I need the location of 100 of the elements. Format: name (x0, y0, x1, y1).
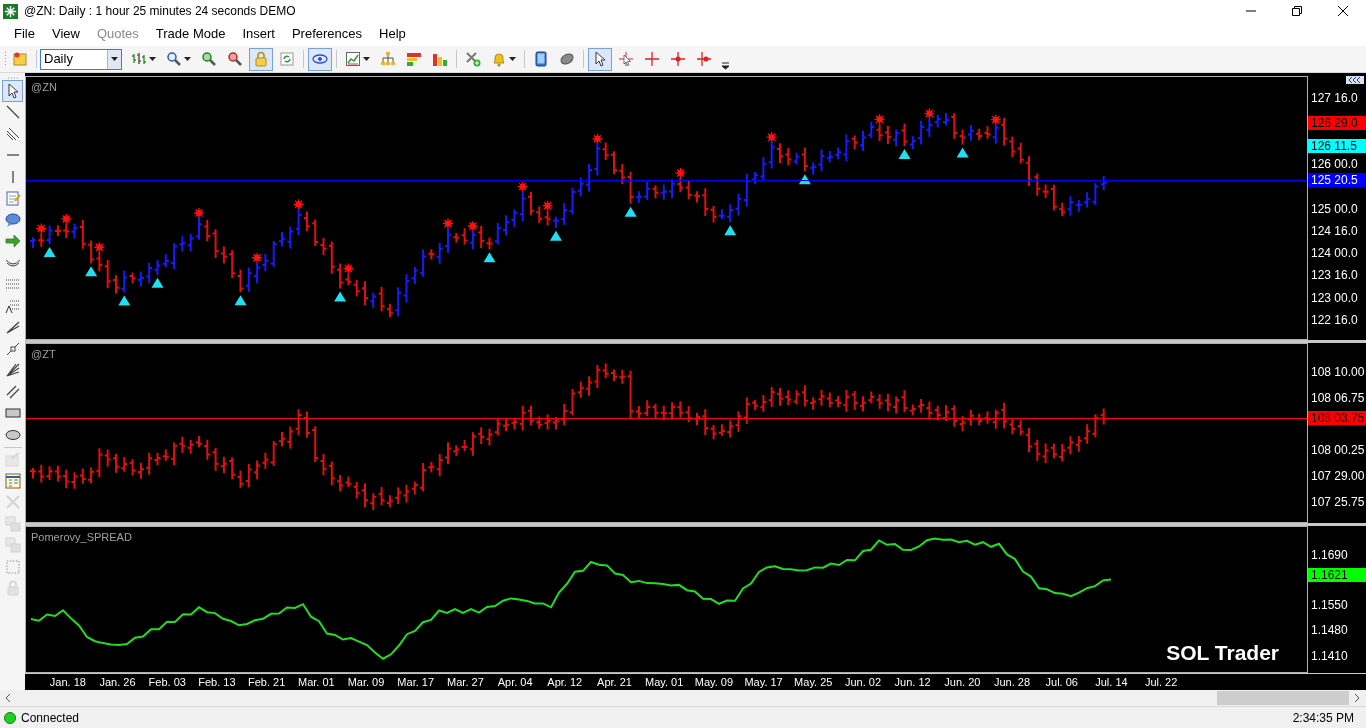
collapse-icon[interactable] (1346, 76, 1364, 84)
star-marker (591, 133, 604, 145)
axis-label: 122 16.0 (1311, 313, 1358, 327)
lock-icon (253, 51, 269, 67)
pane-title: @ZT (31, 347, 56, 362)
triangle-marker (118, 295, 131, 306)
app-logo-icon (3, 3, 18, 19)
brand-label: SOL Trader (1166, 639, 1279, 666)
interval-dropdown[interactable]: Daily (40, 48, 122, 70)
crosshair-marker-icon (696, 51, 712, 67)
axis-label: 108 00.25 (1311, 443, 1365, 457)
price-badge: 1.1621 (1308, 568, 1366, 582)
fan-lines-icon (4, 362, 21, 379)
star-marker (342, 262, 355, 275)
axis-label: 108 06.75 (1311, 391, 1365, 405)
date-label: Jul. 22 (1143, 674, 1179, 690)
date-label: May. 25 (793, 674, 834, 690)
date-label: Apr. 04 (496, 674, 534, 690)
horizontal-line-icon (6, 154, 19, 157)
date-label: May. 17 (743, 674, 784, 690)
chevron-left-icon (6, 694, 11, 702)
axis-label: 1.1690 (1311, 548, 1348, 562)
star-marker (442, 217, 454, 230)
triangle-marker (483, 252, 496, 263)
scrollbar-thumb[interactable] (1217, 691, 1349, 705)
tools-icon (465, 51, 481, 67)
search-icon (166, 51, 182, 67)
caret-icon (111, 57, 118, 61)
eye-icon (312, 51, 328, 67)
note-icon (12, 51, 28, 67)
toolbar-button[interactable] (588, 47, 612, 71)
overflow-icon[interactable] (721, 62, 730, 70)
zoom-in-icon (201, 51, 217, 67)
price-badge: 125 20.5 (1308, 173, 1366, 187)
date-label: Apr. 21 (596, 674, 633, 690)
price-badge: 126 29.0 (1308, 116, 1366, 130)
menu-item[interactable]: View (43, 24, 88, 44)
cursor-crosshair-icon (618, 51, 634, 67)
menu-item[interactable]: Insert (234, 24, 283, 44)
star-marker (990, 114, 1002, 126)
caret-icon (363, 57, 370, 61)
price-badge: 126 11.5 (1308, 139, 1366, 153)
axis-label: 1.1480 (1311, 623, 1348, 637)
triangle-marker (43, 247, 56, 257)
axis-label: 124 00.0 (1311, 246, 1358, 260)
triangle-marker (724, 225, 737, 236)
triangle-marker (624, 206, 637, 217)
selection-icon (4, 558, 21, 575)
axis-label: 123 00.0 (1311, 291, 1358, 305)
date-label: Jan. 26 (98, 674, 137, 690)
pane-title: @ZN (31, 80, 57, 95)
restore-icon (1292, 6, 1302, 16)
date-label: May. 09 (693, 674, 735, 690)
date-label: Jun. 12 (893, 674, 932, 690)
menu-item[interactable]: File (6, 24, 43, 44)
hierarchy-icon (380, 51, 396, 67)
menu-item[interactable]: Preferences (283, 24, 371, 44)
axis-label: 108 10.00 (1311, 365, 1365, 379)
date-label: Mar. 27 (446, 674, 485, 690)
axis-label: 124 16.0 (1311, 224, 1358, 238)
connection-status: Connected (21, 709, 80, 727)
lock-icon (4, 580, 21, 597)
date-label: Jul. 06 (1044, 674, 1079, 690)
tablet-icon (533, 51, 549, 67)
date-label: Mar. 01 (296, 674, 336, 690)
star-marker (93, 241, 106, 253)
triangle-marker (151, 277, 164, 288)
star-marker (35, 222, 47, 235)
delete-icon (4, 494, 21, 511)
triangle-marker (334, 291, 347, 302)
notepad-icon (4, 190, 21, 207)
axis-label: 123 16.0 (1311, 268, 1358, 282)
axis-label: 125 00.0 (1311, 202, 1358, 216)
axis-label: 126 00.0 (1311, 157, 1358, 171)
menu-item[interactable]: Trade Mode (147, 24, 234, 44)
node-line-icon (4, 340, 21, 357)
cursor-icon (592, 51, 608, 67)
pane-title: Pomerovy_SPREAD (31, 530, 132, 545)
triangle-marker (549, 230, 562, 241)
vertical-line-icon (11, 170, 14, 183)
axis-label: 107 29.00 (1311, 469, 1365, 483)
window-title: @ZN: Daily : 1 hour 25 minutes 24 seconds DEMO (24, 3, 296, 20)
star-marker (193, 207, 205, 219)
window-icon (4, 451, 21, 468)
line-chart-icon (345, 51, 361, 67)
caret-icon (184, 57, 191, 61)
star-marker (923, 107, 936, 120)
date-label: Jul. 14 (1094, 674, 1129, 690)
drawing-tool-button[interactable] (2, 80, 23, 102)
toolbar-button[interactable] (308, 47, 332, 71)
close-icon (1338, 6, 1348, 16)
star-marker (674, 167, 687, 179)
date-label: Mar. 09 (346, 674, 386, 690)
layers-icon (4, 537, 21, 554)
bell-icon (491, 51, 507, 67)
drawing-tool-button[interactable] (2, 470, 23, 492)
refresh-icon (279, 51, 295, 67)
triangle-marker (234, 295, 247, 306)
caret-icon (509, 57, 516, 61)
menu-item[interactable]: Help (371, 24, 414, 44)
